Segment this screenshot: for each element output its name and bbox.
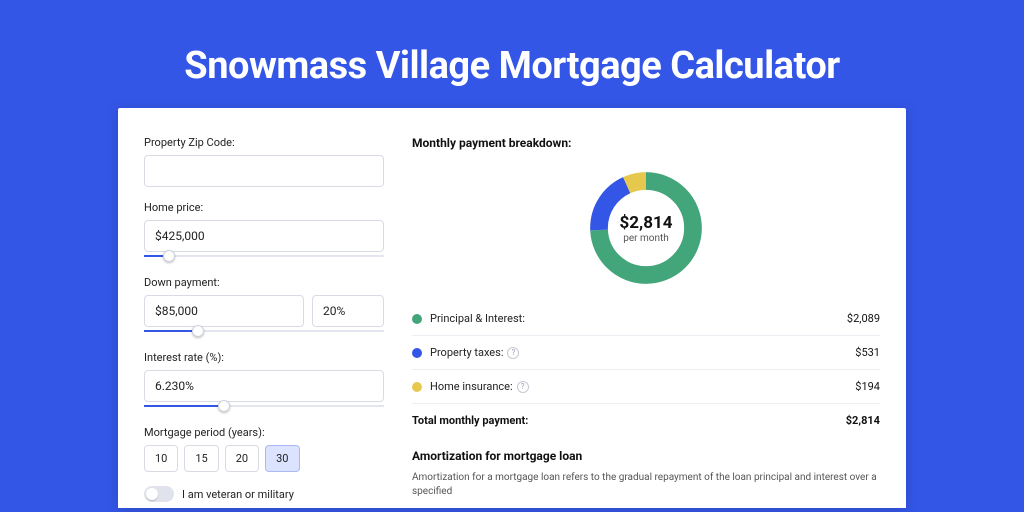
breakdown-title: Monthly payment breakdown: [412,136,880,150]
home-price-field: Home price: [144,201,384,262]
veteran-row: I am veteran or military [144,486,384,502]
zip-label: Property Zip Code: [144,136,384,149]
legend-label: Home insurance: [430,380,513,393]
info-icon[interactable]: ? [507,347,519,359]
veteran-label: I am veteran or military [182,488,294,501]
dot-icon [412,314,422,324]
hero: Snowmass Village Mortgage Calculator [0,0,1024,108]
period-options: 10 15 20 30 [144,445,384,472]
legend-row-insurance: Home insurance: ? $194 [412,370,880,404]
zip-input[interactable] [144,155,384,187]
legend-row-taxes: Property taxes: ? $531 [412,336,880,370]
donut-amount: $2,814 [620,213,673,233]
period-btn-15[interactable]: 15 [184,445,218,472]
slider-thumb[interactable] [163,250,175,262]
down-payment-input[interactable] [144,295,304,327]
form-panel: Property Zip Code: Home price: Down paym… [144,136,384,508]
legend-label: Property taxes: [430,346,503,359]
legend-value: $194 [855,380,880,393]
total-value: $2,814 [846,414,880,427]
down-payment-label: Down payment: [144,276,384,289]
period-field: Mortgage period (years): 10 15 20 30 [144,426,384,472]
legend-row-principal: Principal & Interest: $2,089 [412,302,880,336]
info-icon[interactable]: ? [517,381,529,393]
slider-thumb[interactable] [218,400,230,412]
interest-input[interactable] [144,370,384,402]
slider-thumb[interactable] [192,325,204,337]
donut-chart: $2,814 per month [584,166,708,290]
veteran-toggle[interactable] [144,486,174,502]
period-btn-30[interactable]: 30 [265,445,299,472]
zip-field: Property Zip Code: [144,136,384,187]
interest-slider[interactable] [144,400,384,412]
interest-field: Interest rate (%): [144,351,384,412]
dot-icon [412,382,422,392]
total-label: Total monthly payment: [412,414,528,427]
down-payment-pct-input[interactable] [312,295,384,327]
legend-value: $2,089 [847,312,880,325]
period-label: Mortgage period (years): [144,426,384,439]
down-payment-field: Down payment: [144,276,384,337]
legend-value: $531 [855,346,880,359]
donut-center: $2,814 per month [584,166,708,290]
amortization-title: Amortization for mortgage loan [412,449,880,463]
legend: Principal & Interest: $2,089 Property ta… [412,302,880,437]
amortization-text: Amortization for a mortgage loan refers … [412,471,880,499]
interest-label: Interest rate (%): [144,351,384,364]
legend-row-total: Total monthly payment: $2,814 [412,404,880,437]
home-price-slider[interactable] [144,250,384,262]
breakdown-panel: Monthly payment breakdown: $2,814 per mo… [412,136,880,508]
calculator-card: Property Zip Code: Home price: Down paym… [118,108,906,508]
legend-label: Principal & Interest: [430,312,525,325]
amortization-section: Amortization for mortgage loan Amortizat… [412,449,880,499]
dot-icon [412,348,422,358]
donut-wrap: $2,814 per month [412,160,880,302]
down-payment-slider[interactable] [144,325,384,337]
home-price-label: Home price: [144,201,384,214]
home-price-input[interactable] [144,220,384,252]
period-btn-20[interactable]: 20 [225,445,259,472]
page-title: Snowmass Village Mortgage Calculator [0,44,1024,88]
donut-sub: per month [623,233,669,244]
period-btn-10[interactable]: 10 [144,445,178,472]
